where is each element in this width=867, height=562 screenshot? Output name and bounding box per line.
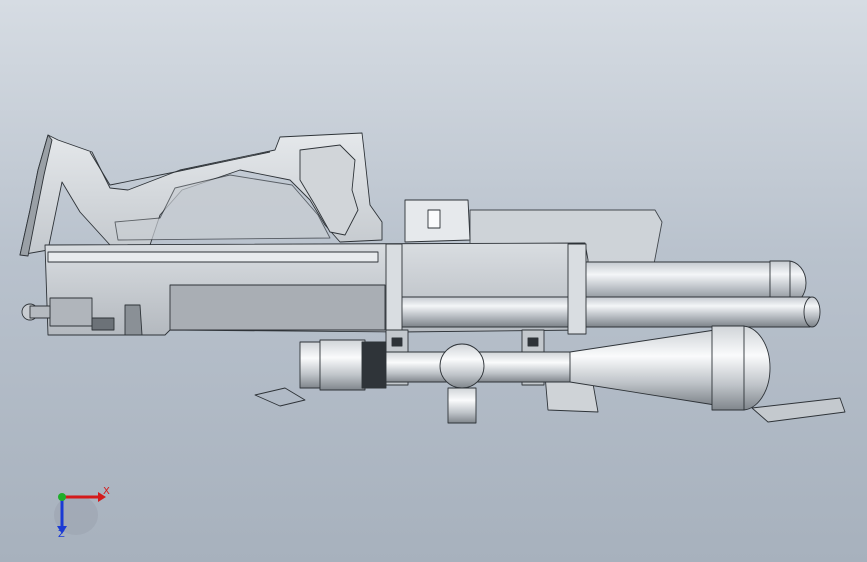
trigger-knurl: [91, 317, 115, 331]
lens-cap-front: [751, 397, 846, 423]
lens-cap-rear: [254, 387, 306, 407]
mount-screw-front: [527, 337, 539, 347]
receiver-top-strip: [47, 251, 379, 263]
triad-x-label: X: [103, 486, 110, 497]
scope-eyepiece: [319, 339, 366, 391]
scope-eyepiece-cap: [299, 341, 323, 389]
scope-power-ring: [361, 341, 387, 389]
lower-barrel-muzzle: [803, 296, 821, 328]
barrel-clamp: [567, 243, 587, 335]
barrel-clamp-front: [385, 243, 403, 335]
scope-turret: [439, 343, 485, 389]
sight-aperture: [427, 209, 441, 229]
scope-objective-ring: [711, 325, 745, 411]
triad-z-label: Z: [58, 529, 65, 540]
scope-windage-knob: [447, 387, 477, 424]
pin-rod: [29, 305, 51, 319]
lower-barrel: [399, 296, 811, 328]
mount-screw-rear: [391, 337, 403, 347]
cad-model-view[interactable]: [0, 0, 867, 562]
selector-knob: [124, 304, 143, 336]
receiver-lower: [169, 284, 386, 331]
triad-y-axis: [58, 493, 66, 501]
graphics-viewport[interactable]: X Z: [0, 0, 867, 562]
magazine-port: [49, 297, 93, 327]
